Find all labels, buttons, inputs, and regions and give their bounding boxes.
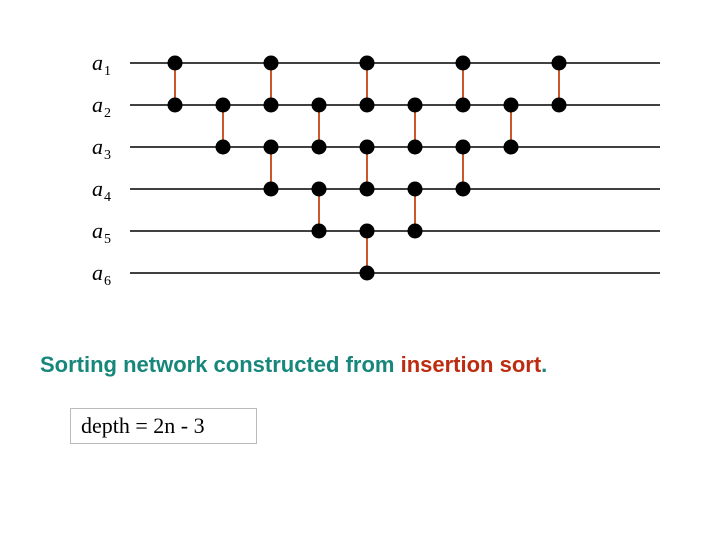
- comparator-endpoint: [264, 182, 279, 197]
- comparator-endpoint: [312, 182, 327, 197]
- comparator-endpoint: [312, 140, 327, 155]
- comparator-endpoint: [264, 56, 279, 71]
- figure-caption: Sorting network constructed from inserti…: [40, 352, 547, 378]
- comparator-endpoint: [456, 56, 471, 71]
- wire-label: a: [92, 50, 103, 75]
- wire-label: a: [92, 176, 103, 201]
- comparator-endpoint: [312, 98, 327, 113]
- comparator-endpoint: [168, 56, 183, 71]
- depth-formula-box: depth = 2n - 3: [70, 408, 257, 444]
- comparator-endpoint: [360, 140, 375, 155]
- depth-formula-text: depth = 2n - 3: [81, 413, 205, 438]
- comparator-endpoint: [408, 98, 423, 113]
- comparator-endpoint: [456, 182, 471, 197]
- comparator-endpoint: [216, 140, 231, 155]
- comparator-endpoint: [408, 140, 423, 155]
- comparator-endpoint: [360, 98, 375, 113]
- wire-label-subscript: 6: [104, 274, 111, 289]
- caption-suffix: .: [541, 352, 547, 377]
- comparator-endpoint: [504, 98, 519, 113]
- wire-label-subscript: 3: [104, 148, 111, 163]
- caption-highlight: insertion sort: [401, 352, 542, 377]
- wire-label: a: [92, 218, 103, 243]
- wire-label-subscript: 4: [104, 190, 111, 205]
- wire-label: a: [92, 134, 103, 159]
- wire-label: a: [92, 92, 103, 117]
- comparator-endpoint: [216, 98, 231, 113]
- wire-label-subscript: 2: [104, 106, 111, 121]
- comparator-endpoint: [360, 266, 375, 281]
- comparator-endpoint: [264, 140, 279, 155]
- comparator-endpoint: [168, 98, 183, 113]
- sorting-network-svg: a1a2a3a4a5a6: [0, 0, 720, 540]
- comparator-endpoint: [552, 56, 567, 71]
- comparator-endpoint: [552, 98, 567, 113]
- comparator-endpoint: [360, 224, 375, 239]
- wire-label-subscript: 1: [104, 64, 111, 79]
- comparator-endpoint: [504, 140, 519, 155]
- comparator-endpoint: [456, 140, 471, 155]
- comparator-endpoint: [408, 182, 423, 197]
- caption-prefix: Sorting network constructed from: [40, 352, 401, 377]
- comparator-endpoint: [360, 56, 375, 71]
- wire-label-subscript: 5: [104, 232, 111, 247]
- comparator-endpoint: [264, 98, 279, 113]
- comparator-endpoint: [456, 98, 471, 113]
- comparator-endpoint: [312, 224, 327, 239]
- comparator-endpoint: [408, 224, 423, 239]
- sorting-network-figure: a1a2a3a4a5a6: [0, 0, 720, 540]
- comparator-endpoint: [360, 182, 375, 197]
- wire-label: a: [92, 260, 103, 285]
